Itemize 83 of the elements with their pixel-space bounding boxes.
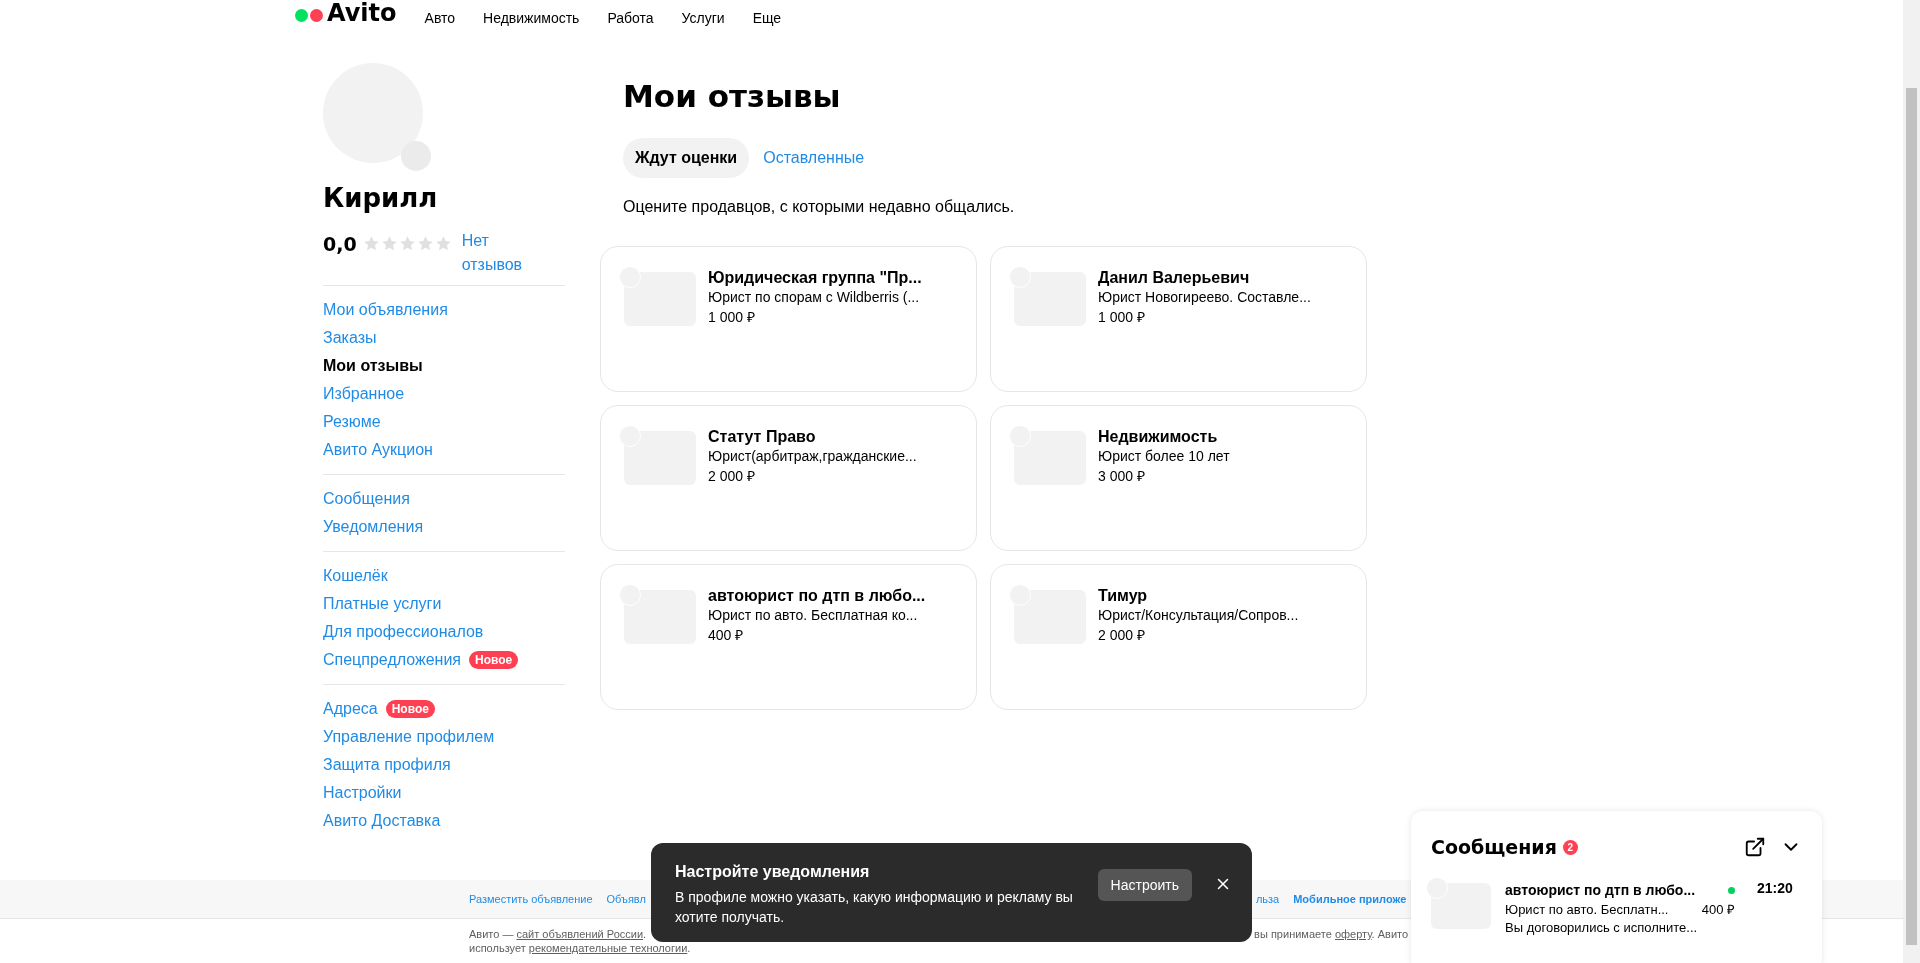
card-title: Данил Валерьевич — [1098, 269, 1251, 287]
star-icon — [434, 235, 452, 252]
seller-card[interactable]: автоюрист по дтп в любо... Юрист по авто. Бесплатная ко... 400 ₽ — [600, 564, 977, 710]
card-subtitle: Юрист по авто. Бесплатная ко... — [708, 607, 919, 623]
rating-value: 0,0 — [323, 235, 357, 254]
menu-item[interactable]: Для профессионалов — [323, 623, 484, 641]
chat-time: 21:20 — [1757, 880, 1793, 898]
card-subtitle: Юрист/Консультация/Сопров... — [1098, 607, 1299, 623]
card-price: 2 000 ₽ — [1098, 626, 1146, 644]
page-title: Мои отзывы — [623, 81, 842, 112]
seller-card[interactable]: Статут Право Юрист(арбитраж,гражданские... 2 000 ₽ — [600, 405, 977, 551]
star-icon — [362, 235, 380, 252]
reviews-link[interactable]: Нет отзывов — [461, 229, 532, 277]
tab[interactable]: Оставленные — [751, 138, 877, 178]
configure-button[interactable]: Настроить — [1097, 869, 1192, 901]
menu-item[interactable]: Избранное — [323, 385, 405, 403]
card-subtitle: Юрист по спорам с Wildberris (... — [708, 289, 921, 305]
card-price: 2 000 ₽ — [708, 467, 756, 485]
toast-title: Настройте уведомления — [675, 863, 871, 881]
footer-link[interactable]: оферту — [1334, 928, 1372, 940]
panel-title: Сообщения — [1431, 837, 1557, 857]
nav-link[interactable]: Недвижимость — [483, 12, 580, 26]
seller-card[interactable]: Недвижимость Юрист более 10 лет 3 000 ₽ — [990, 405, 1367, 551]
chat-item[interactable]: автоюрист по дтп в любо... Юрист по авто. Бесплатн... 400 ₽ Вы договорились с исполните... 21:20 — [1431, 880, 1802, 935]
menu-item[interactable]: Кошелёк — [323, 567, 388, 585]
card-subtitle: Юрист более 10 лет — [1098, 448, 1230, 464]
chat-title: автоюрист по дтп в любо... — [1505, 882, 1696, 898]
scrollbar[interactable] — [1903, 0, 1920, 963]
menu-item[interactable]: Настройки — [323, 784, 402, 802]
footer-link[interactable]: Объявл — [606, 893, 646, 905]
footer-link[interactable]: Мобильное приложе — [1293, 893, 1407, 905]
card-price: 1 000 ₽ — [1098, 308, 1146, 326]
menu-item[interactable]: Заказы — [323, 329, 377, 347]
card-subtitle: Юрист(арбитраж,гражданские... — [708, 448, 917, 464]
external-link-icon[interactable] — [1744, 836, 1766, 858]
menu-item[interactable]: Защита профиля — [323, 756, 451, 774]
scrollbar-thumb[interactable] — [1906, 88, 1917, 945]
menu-item[interactable]: Управление профилем — [323, 728, 495, 746]
card-subtitle: Юрист Новогиреево. Составле... — [1098, 289, 1311, 305]
footer-note: Авито — сайт объявлений России. — [469, 928, 647, 940]
profile-name: Кирилл — [323, 185, 439, 211]
star-icon — [416, 235, 434, 252]
menu-item[interactable]: Авито Аукцион — [323, 441, 433, 459]
tab[interactable]: Ждут оценки — [623, 138, 750, 178]
star-icon — [398, 235, 416, 252]
nav-link[interactable]: Работа — [607, 12, 654, 26]
card-title: Тимур — [1098, 587, 1149, 605]
nav-link[interactable]: Авто — [424, 12, 456, 26]
nav-link[interactable]: Услуги — [681, 12, 725, 26]
star-icon — [380, 235, 398, 252]
chat-preview: Вы договорились с исполните... — [1505, 920, 1698, 935]
menu-item[interactable]: Адреса — [323, 700, 378, 718]
card-title: Недвижимость — [1098, 428, 1219, 446]
footer-link[interactable]: Разместить объявление — [469, 893, 593, 905]
card-price: 3 000 ₽ — [1098, 467, 1146, 485]
menu-item[interactable]: Платные услуги — [323, 595, 442, 613]
menu-item[interactable]: Резюме — [323, 413, 381, 431]
card-price: 1 000 ₽ — [708, 308, 756, 326]
new-badge: Новое — [385, 700, 435, 718]
footer-note: использует рекомендательные технологии. — [469, 942, 691, 954]
new-badge: Новое — [469, 651, 519, 669]
footer-link[interactable]: льза — [1255, 893, 1280, 905]
hint-text: Оцените продавцов, с которыми недавно общались. — [623, 198, 1016, 216]
seller-card[interactable]: Данил Валерьевич Юрист Новогиреево. Составле... 1 000 ₽ — [990, 246, 1367, 392]
chat-price: 400 ₽ — [1701, 901, 1735, 918]
nav-link[interactable]: Еще — [752, 12, 782, 26]
logo[interactable]: Avito — [295, 0, 397, 26]
unread-count: 2 — [1562, 839, 1578, 855]
seller-card[interactable]: Тимур Юрист/Консультация/Сопров... 2 000 ₽ — [990, 564, 1367, 710]
seller-card[interactable]: Юридическая группа "Пр... Юрист по спорам с Wildberris (... 1 000 ₽ — [600, 246, 977, 392]
menu-item[interactable]: Сообщения — [323, 490, 410, 508]
card-title: Юридическая группа "Пр... — [708, 269, 922, 287]
menu-item[interactable]: Спецпредложения — [323, 651, 461, 669]
card-title: автоюрист по дтп в любо... — [708, 587, 926, 605]
card-title: Статут Право — [708, 428, 817, 446]
card-price: 400 ₽ — [708, 626, 745, 644]
footer-note: вы принимаете оферту. Авито — [1254, 928, 1409, 940]
menu-item[interactable]: Авито Доставка — [323, 812, 441, 830]
menu-item[interactable]: Мои объявления — [323, 301, 448, 319]
menu-item[interactable]: Уведомления — [323, 518, 424, 536]
chat-subtitle: Юрист по авто. Бесплатн... — [1505, 901, 1669, 917]
toast-text: В профиле можно указать, какую информацию и рекламу вы хотите получать. — [675, 888, 1074, 927]
menu-item[interactable]: Мои отзывы — [323, 357, 423, 375]
